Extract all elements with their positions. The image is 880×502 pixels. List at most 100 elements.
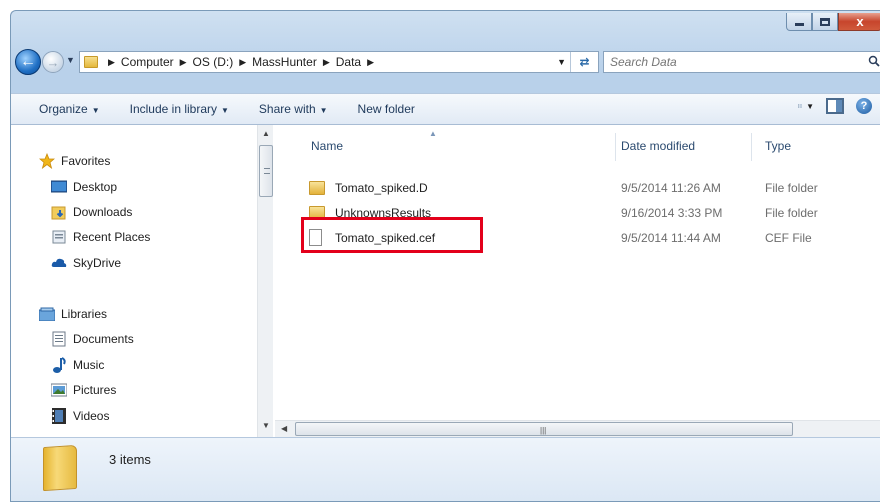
chevron-right-icon[interactable]: ▶ (180, 57, 187, 68)
cloud-icon (51, 255, 67, 271)
help-icon: ? (860, 100, 868, 112)
column-header-name[interactable]: Name (311, 139, 343, 153)
details-view-icon (798, 104, 803, 108)
details-pane: 3 items (11, 437, 880, 501)
minimize-icon (794, 23, 804, 26)
forward-arrow-icon: → (46, 54, 60, 70)
libraries-icon (39, 306, 55, 322)
address-dropdown-icon[interactable]: ▼ (557, 57, 566, 67)
view-controls: ▼ ? (798, 98, 872, 114)
sidebar-item-pictures[interactable]: Pictures (51, 382, 116, 398)
desktop-icon (51, 179, 67, 195)
music-note-icon (51, 357, 67, 373)
item-count: 3 items (109, 452, 151, 467)
back-arrow-icon: ← (20, 53, 36, 70)
forward-button[interactable]: → (42, 51, 64, 73)
navigation-scrollbar[interactable]: ▲ ▼ (257, 125, 273, 437)
sidebar-item-recent-places[interactable]: Recent Places (51, 229, 150, 245)
column-header-date-modified[interactable]: Date modified (621, 139, 695, 153)
search-icon[interactable] (868, 55, 880, 67)
command-bar: Organize ▼ Include in library ▼ Share with… (11, 93, 880, 125)
file-type: CEF File (765, 231, 812, 245)
minimize-button[interactable] (786, 13, 812, 31)
close-icon: x (856, 14, 864, 29)
file-type: File folder (765, 206, 818, 220)
folder-icon (309, 181, 325, 195)
file-date: 9/5/2014 11:26 AM (621, 181, 721, 195)
sidebar-item-libraries[interactable]: Libraries (39, 306, 107, 322)
close-button[interactable]: x (838, 13, 880, 31)
scroll-up-icon[interactable]: ▲ (262, 129, 270, 138)
share-with-button[interactable]: Share with ▼ (259, 102, 328, 116)
help-button[interactable]: ? (856, 98, 872, 114)
organize-button[interactable]: Organize ▼ (39, 102, 100, 116)
documents-icon (51, 331, 67, 347)
breadcrumb-masshunter[interactable]: MassHunter (252, 55, 317, 69)
back-button[interactable]: ← (15, 49, 41, 75)
sidebar-item-label: Downloads (73, 205, 133, 219)
sidebar-item-label: SkyDrive (73, 256, 122, 270)
include-label: Include in library (129, 102, 217, 116)
file-name[interactable]: Tomato_spiked.D (335, 181, 428, 195)
file-date: 9/16/2014 3:33 PM (621, 206, 723, 220)
breadcrumb-os-drive[interactable]: OS (D:) (193, 55, 234, 69)
main-area: Favorites Desktop Downloads Recent Place… (11, 125, 880, 437)
sidebar-item-skydrive[interactable]: SkyDrive (51, 255, 121, 271)
scroll-left-icon[interactable]: ◀ (281, 424, 287, 433)
chevron-down-icon: ▼ (91, 106, 100, 115)
chevron-down-icon: ▼ (221, 106, 229, 115)
address-row: ← → ▼ ▶ Computer ▶ OS (D:) ▶ MassHunter … (11, 47, 880, 75)
address-bar[interactable]: ▶ Computer ▶ OS (D:) ▶ MassHunter ▶ Data… (79, 51, 599, 73)
scrollbar-thumb[interactable] (259, 145, 273, 197)
chevron-down-icon: ▼ (319, 106, 328, 115)
chevron-right-icon[interactable]: ▶ (108, 57, 115, 68)
refresh-button[interactable]: ⇄ (570, 52, 598, 72)
include-in-library-button[interactable]: Include in library ▼ (130, 102, 229, 116)
sidebar-item-downloads[interactable]: Downloads (51, 204, 132, 220)
sidebar-item-label: Pictures (73, 383, 117, 397)
sidebar-item-music[interactable]: Music (51, 357, 104, 373)
new-folder-button[interactable]: New folder (358, 102, 415, 116)
sidebar-item-label: Documents (73, 332, 134, 346)
column-divider[interactable] (615, 133, 616, 161)
scroll-down-icon[interactable]: ▼ (262, 421, 270, 430)
chevron-right-icon[interactable]: ▶ (239, 57, 246, 68)
organize-label: Organize (39, 102, 88, 116)
star-icon (39, 153, 55, 169)
file-row[interactable]: Tomato_spiked.D 9/5/2014 11:26 AM File f… (275, 177, 880, 201)
maximize-button[interactable] (812, 13, 838, 31)
file-date: 9/5/2014 11:44 AM (621, 231, 721, 245)
search-input[interactable] (604, 55, 854, 69)
column-divider[interactable] (751, 133, 752, 161)
column-header-type[interactable]: Type (765, 139, 791, 153)
pictures-icon (51, 382, 67, 398)
breadcrumb-computer[interactable]: Computer (121, 55, 174, 69)
scrollbar-thumb[interactable]: ||| (295, 422, 793, 436)
preview-pane-button[interactable] (826, 98, 844, 114)
file-type: File folder (765, 181, 818, 195)
breadcrumb-data[interactable]: Data (336, 55, 361, 69)
change-view-button[interactable]: ▼ (798, 99, 814, 113)
chevron-right-icon[interactable]: ▶ (367, 57, 374, 68)
folder-icon (84, 56, 98, 68)
caption-buttons: x (786, 13, 880, 31)
downloads-folder-icon (51, 204, 67, 220)
horizontal-scrollbar[interactable]: ◀ ||| (275, 420, 880, 437)
recent-places-icon (51, 229, 67, 245)
videos-icon (51, 408, 67, 424)
share-label: Share with (258, 102, 316, 116)
navigation-pane: Favorites Desktop Downloads Recent Place… (11, 125, 255, 437)
search-box[interactable] (603, 51, 880, 73)
sort-ascending-icon: ▲ (429, 129, 437, 138)
sidebar-item-label: Desktop (73, 180, 118, 194)
refresh-icon: ⇄ (579, 55, 590, 69)
maximize-icon (820, 17, 830, 26)
sidebar-item-label: Videos (73, 409, 110, 423)
sidebar-item-favorites[interactable]: Favorites (39, 153, 110, 169)
sidebar-item-documents[interactable]: Documents (51, 331, 134, 347)
recent-pages-dropdown[interactable]: ▼ (66, 55, 75, 65)
sidebar-item-videos[interactable]: Videos (51, 408, 109, 424)
sidebar-item-desktop[interactable]: Desktop (51, 179, 117, 195)
chevron-right-icon[interactable]: ▶ (323, 57, 330, 68)
explorer-window: x ← → ▼ ▶ Computer ▶ OS (D:) ▶ MassHunte… (10, 10, 880, 502)
